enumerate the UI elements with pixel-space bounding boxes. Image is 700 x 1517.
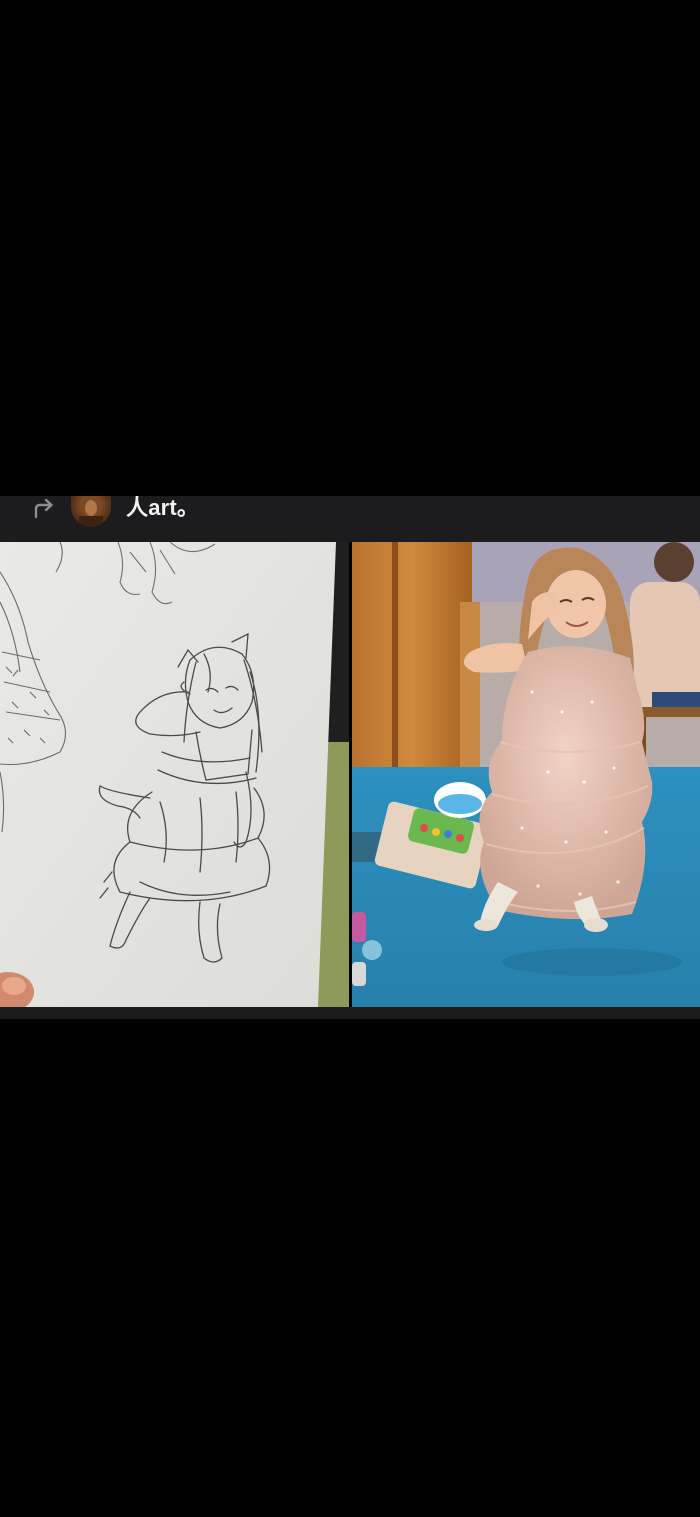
avatar[interactable] <box>71 496 111 527</box>
pencil-sketch-image[interactable] <box>0 542 349 1007</box>
top-black-area <box>0 0 700 496</box>
bottom-black-area <box>0 1019 700 1517</box>
reference-photo-image[interactable] <box>352 542 700 1007</box>
post-header: 人art。 <box>0 496 700 542</box>
repost-icon[interactable] <box>32 496 56 522</box>
image-gallery <box>0 542 700 1009</box>
post-footer-bar <box>0 1007 700 1019</box>
author-name[interactable]: 人art。 <box>126 496 199 522</box>
